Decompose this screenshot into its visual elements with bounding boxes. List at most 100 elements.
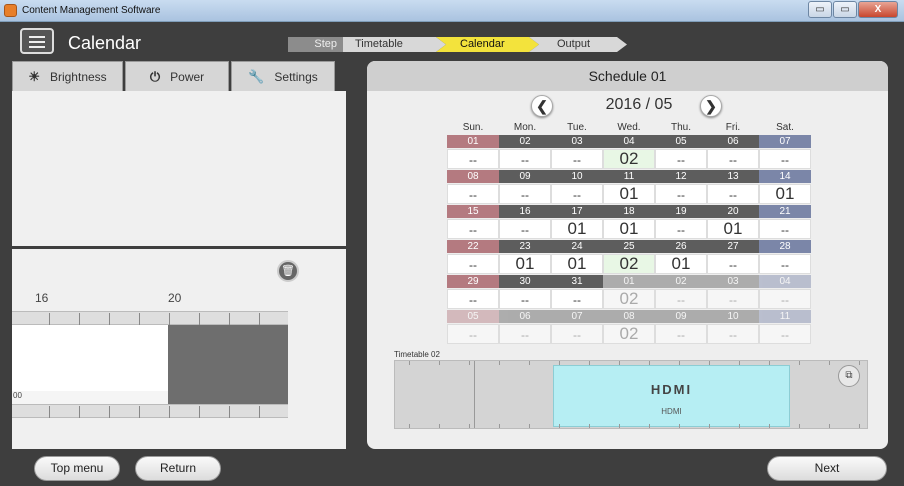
calendar-day[interactable]: 02 -- <box>655 275 707 309</box>
day-number: 21 <box>759 205 811 218</box>
calendar-day[interactable]: 07 -- <box>759 135 811 169</box>
tab-settings[interactable]: 🔧 Settings <box>231 61 335 91</box>
timetable-tick <box>589 424 590 428</box>
calendar-day[interactable]: 18 01 <box>603 205 655 239</box>
calendar-day[interactable]: 01 -- <box>447 135 499 169</box>
day-number: 11 <box>603 170 655 183</box>
timetable-tick <box>829 361 830 365</box>
calendar-day[interactable]: 22 -- <box>447 240 499 274</box>
calendar-day[interactable]: 11 01 <box>603 170 655 204</box>
timetable-tick <box>409 424 410 428</box>
menu-icon[interactable] <box>20 28 54 54</box>
calendar-day[interactable]: 29 -- <box>447 275 499 309</box>
calendar-day[interactable]: 14 01 <box>759 170 811 204</box>
timetable-tick <box>469 424 470 428</box>
calendar-day[interactable]: 20 01 <box>707 205 759 239</box>
calendar-day[interactable]: 01 02 <box>603 275 655 309</box>
calendar-day[interactable]: 13 -- <box>707 170 759 204</box>
calendar-day[interactable]: 30 -- <box>499 275 551 309</box>
calendar-day[interactable]: 04 -- <box>759 275 811 309</box>
day-number: 28 <box>759 240 811 253</box>
minimize-button[interactable]: ▭ <box>808 1 832 18</box>
calendar-day[interactable]: 27 -- <box>707 240 759 274</box>
calendar-day[interactable]: 02 -- <box>499 135 551 169</box>
calendar-day[interactable]: 26 01 <box>655 240 707 274</box>
calendar-day[interactable]: 05 -- <box>655 135 707 169</box>
close-button[interactable]: X <box>858 1 898 18</box>
window-titlebar: Content Management Software ▭ ▭ X <box>0 0 904 22</box>
day-timetable: -- <box>499 289 551 309</box>
day-number: 09 <box>655 310 707 323</box>
calendar-day[interactable]: 08 02 <box>603 310 655 344</box>
calendar-day[interactable]: 03 -- <box>707 275 759 309</box>
day-timetable: -- <box>707 324 759 344</box>
next-month-button[interactable]: ❯ <box>700 95 722 117</box>
day-number: 10 <box>707 310 759 323</box>
calendar-day[interactable]: 09 -- <box>655 310 707 344</box>
calendar-day[interactable]: 03 -- <box>551 135 603 169</box>
tab-brightness[interactable]: ☀ Brightness <box>12 61 123 91</box>
day-timetable: 01 <box>603 184 655 204</box>
day-number: 08 <box>447 170 499 183</box>
day-number: 17 <box>551 205 603 218</box>
day-number: 25 <box>603 240 655 253</box>
trash-icon[interactable]: 🗑 <box>277 260 299 282</box>
step-output[interactable]: Output <box>529 37 627 52</box>
tab-power[interactable]: ⏻ Power <box>125 61 229 91</box>
return-button[interactable]: Return <box>135 456 221 481</box>
calendar-day[interactable]: 09 -- <box>499 170 551 204</box>
calendar-day[interactable]: 08 -- <box>447 170 499 204</box>
calendar-day[interactable]: 12 -- <box>655 170 707 204</box>
top-menu-button[interactable]: Top menu <box>34 456 120 481</box>
expand-icon[interactable]: ⧉ <box>838 365 860 387</box>
calendar-day[interactable]: 11 -- <box>759 310 811 344</box>
day-number: 05 <box>655 135 707 148</box>
day-number: 12 <box>655 170 707 183</box>
wrench-icon: 🔧 <box>248 68 265 84</box>
day-number: 19 <box>655 205 707 218</box>
day-timetable: -- <box>759 149 811 169</box>
calendar-day[interactable]: 21 -- <box>759 205 811 239</box>
app-icon <box>4 4 17 17</box>
month-label: 2016 / 05 <box>605 96 673 113</box>
day-number: 07 <box>759 135 811 148</box>
calendar-day[interactable]: 28 -- <box>759 240 811 274</box>
prev-month-button[interactable]: ❮ <box>531 95 553 117</box>
day-timetable: -- <box>499 324 551 344</box>
calendar-day[interactable]: 15 -- <box>447 205 499 239</box>
day-number: 30 <box>499 275 551 288</box>
calendar-day[interactable]: 24 01 <box>551 240 603 274</box>
calendar-day[interactable]: 06 -- <box>499 310 551 344</box>
step-calendar[interactable]: Calendar <box>436 37 539 52</box>
hdmi-block[interactable]: HDMI HDMI <box>553 365 790 427</box>
calendar-day[interactable]: 17 01 <box>551 205 603 239</box>
calendar-day[interactable]: 16 -- <box>499 205 551 239</box>
day-timetable: -- <box>655 289 707 309</box>
calendar-day[interactable]: 04 02 <box>603 135 655 169</box>
calendar-day[interactable]: 07 -- <box>551 310 603 344</box>
next-button[interactable]: Next <box>767 456 887 481</box>
calendar-day[interactable]: 25 02 <box>603 240 655 274</box>
timetable-tick <box>529 424 530 428</box>
step-timetable[interactable]: Timetable <box>343 37 446 52</box>
day-number: 13 <box>707 170 759 183</box>
left-timeline[interactable]: 00 <box>12 311 288 418</box>
calendar-day[interactable]: 19 -- <box>655 205 707 239</box>
day-timetable: 01 <box>655 254 707 274</box>
calendar-day[interactable]: 23 01 <box>499 240 551 274</box>
day-number: 06 <box>707 135 759 148</box>
maximize-button[interactable]: ▭ <box>833 1 857 18</box>
timetable-tick <box>559 361 560 365</box>
calendar-day[interactable]: 10 -- <box>707 310 759 344</box>
day-timetable: -- <box>707 254 759 274</box>
calendar-day[interactable]: 10 -- <box>551 170 603 204</box>
calendar-day[interactable]: 06 -- <box>707 135 759 169</box>
day-timetable: -- <box>551 149 603 169</box>
day-timetable: 01 <box>759 184 811 204</box>
timetable-tick <box>769 424 770 428</box>
weekday-header: Mon. <box>513 122 537 133</box>
calendar-day[interactable]: 05 -- <box>447 310 499 344</box>
hdmi-label: HDMI <box>661 407 682 416</box>
calendar-day[interactable]: 31 -- <box>551 275 603 309</box>
timeline-block-dark[interactable] <box>168 325 288 404</box>
